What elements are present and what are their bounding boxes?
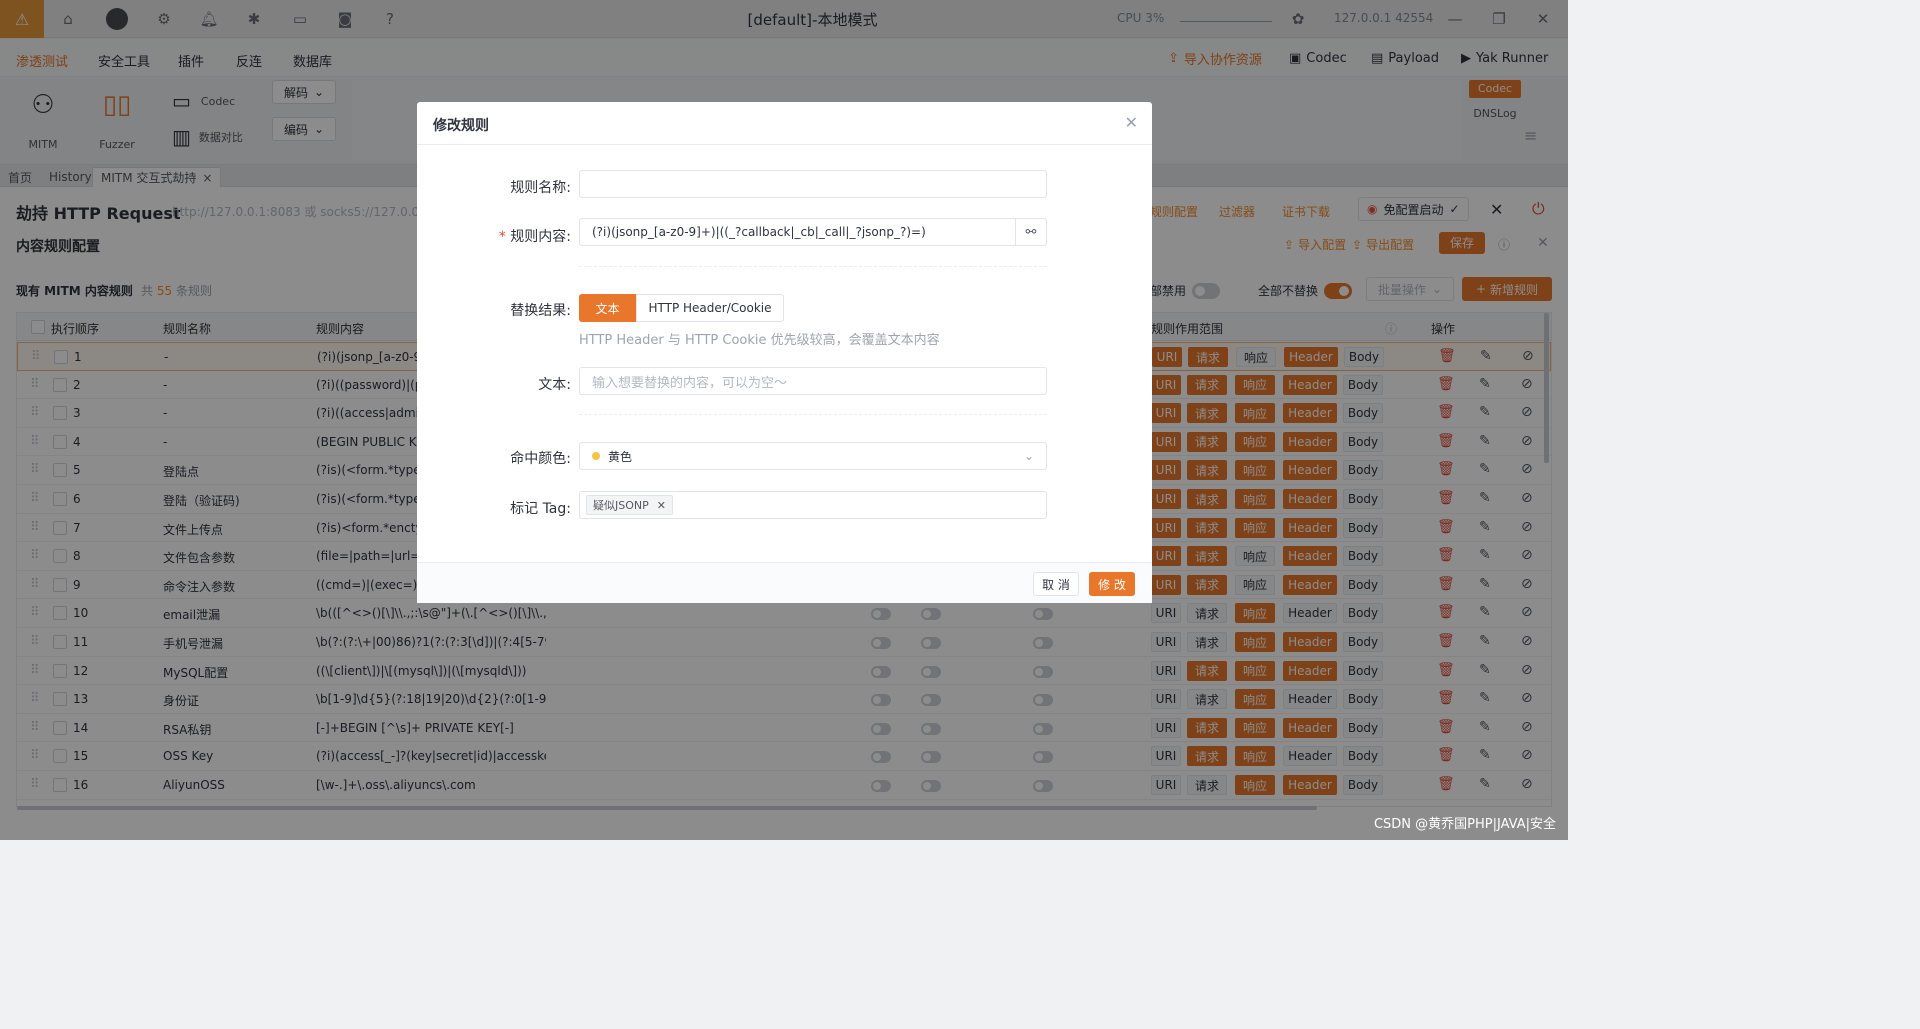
text-label: 文本:	[538, 377, 571, 393]
tag-chip: 疑似JSONP ✕	[586, 495, 673, 515]
rule-name-label: 规则名称:	[510, 180, 571, 196]
rule-name-input[interactable]	[579, 170, 1047, 198]
dialog-footer: 取 消 修 改	[417, 562, 1152, 603]
divider	[579, 266, 1047, 267]
dialog-title: 修改规则	[433, 118, 489, 134]
hit-color-label: 命中颜色:	[510, 451, 571, 467]
cancel-button[interactable]: 取 消	[1033, 572, 1079, 596]
tag-remove-icon[interactable]: ✕	[657, 499, 666, 512]
yellow-dot-icon	[592, 452, 600, 460]
hit-color-select[interactable]: 黄色 ⌄	[579, 442, 1047, 470]
tag-label: 标记 Tag:	[510, 501, 571, 517]
rule-content-input[interactable]: (?i)(jsonp_[a-z0-9]+)|((_?callback|_cb|_…	[579, 218, 1047, 246]
divider	[579, 414, 1047, 415]
replace-result-label: 替换结果:	[510, 303, 571, 319]
regex-settings-icon[interactable]: ⚯	[1015, 219, 1046, 245]
chevron-down-icon: ⌄	[1023, 449, 1034, 463]
dialog-header: 修改规则 ✕	[417, 102, 1152, 145]
replace-text-input[interactable]: 输入想要替换的内容，可以为空～	[579, 367, 1047, 395]
close-icon[interactable]: ✕	[1125, 113, 1138, 132]
result-hint: HTTP Header 与 HTTP Cookie 优先级较高，会覆盖文本内容	[579, 333, 940, 348]
watermark: CSDN @黄乔国PHP|JAVA|安全	[1373, 817, 1556, 832]
rule-content-label: * 规则内容:	[498, 229, 571, 245]
result-tab-header-cookie[interactable]: HTTP Header/Cookie	[636, 294, 784, 322]
submit-button[interactable]: 修 改	[1089, 572, 1135, 596]
edit-rule-dialog: 修改规则 ✕ 规则名称: * 规则内容: (?i)(jsonp_[a-z0-9]…	[417, 102, 1152, 603]
result-tab-text[interactable]: 文本	[579, 294, 636, 322]
tag-select[interactable]: 疑似JSONP ✕	[579, 491, 1047, 519]
